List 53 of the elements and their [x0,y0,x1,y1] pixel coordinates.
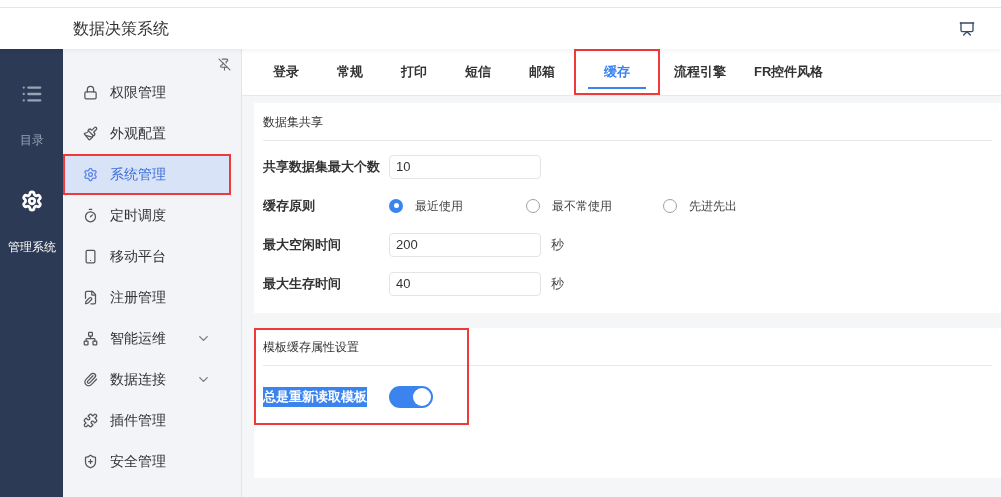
toggle-switch[interactable] [389,386,433,408]
radio-button[interactable] [526,198,540,213]
unpin-icon[interactable] [218,58,231,71]
setting-label: 缓存原则 [263,196,315,215]
radio-label: 最不常使用 [552,197,612,215]
radio-button[interactable] [663,198,677,213]
tab[interactable]: 邮箱 [510,49,574,95]
document-pen-icon [83,290,98,305]
setting-label: 最大生存时间 [263,274,341,293]
sidebar-item[interactable]: 外观配置 [63,113,231,154]
sidebar-item[interactable]: 系统管理 [63,154,231,195]
radio-button[interactable] [389,198,403,213]
stopwatch-icon [83,208,98,223]
sidebar-item[interactable]: 数据连接 [63,359,231,400]
rail-item[interactable]: 目录 [0,83,63,190]
radio-label: 先进先出 [689,197,737,215]
setting-label: 总是重新读取模板 [263,387,367,407]
sidebar-item[interactable]: 智能运维 [63,318,231,359]
settings-icon [20,190,43,212]
network-icon [83,331,98,346]
number-field[interactable]: 200 [389,232,541,257]
app-title: 数据决策系统 [73,18,169,39]
settings-icon [83,167,98,182]
tab[interactable]: 流程引擎 [660,49,740,95]
tab[interactable]: 打印 [382,49,446,95]
paperclip-icon [83,372,98,387]
radio-label: 最近使用 [415,197,463,215]
section-title: 数据集共享 [263,113,323,131]
sidebar-item[interactable]: 安全管理 [63,441,231,482]
section-title: 模板缓存属性设置 [263,338,359,356]
shield-plus-icon [83,454,98,469]
rail-item[interactable]: 管理系统 [0,190,63,297]
tab[interactable]: 登录 [254,49,318,95]
tab[interactable]: 缓存 [574,49,660,95]
unit-label: 秒 [551,274,564,293]
phone-icon [83,249,98,264]
sidebar-item[interactable]: 移动平台 [63,236,231,277]
sidebar-item[interactable]: 注册管理 [63,277,231,318]
tab[interactable]: FR控件风格 [740,49,838,95]
setting-label: 最大空闲时间 [263,235,341,254]
presentation-icon[interactable] [959,20,975,37]
sidebar-item[interactable]: 插件管理 [63,400,231,441]
tab[interactable]: 短信 [446,49,510,95]
number-field[interactable]: 10 [389,154,541,179]
padlock-icon [83,85,98,100]
setting-label: 共享数据集最大个数 [263,157,380,176]
unit-label: 秒 [551,235,564,254]
sidebar-item[interactable]: 权限管理 [63,72,231,113]
list-icon [20,83,43,105]
puzzle-icon [83,413,98,428]
tab[interactable]: 常规 [318,49,382,95]
sidebar-item[interactable]: 定时调度 [63,195,231,236]
number-field[interactable]: 40 [389,271,541,296]
